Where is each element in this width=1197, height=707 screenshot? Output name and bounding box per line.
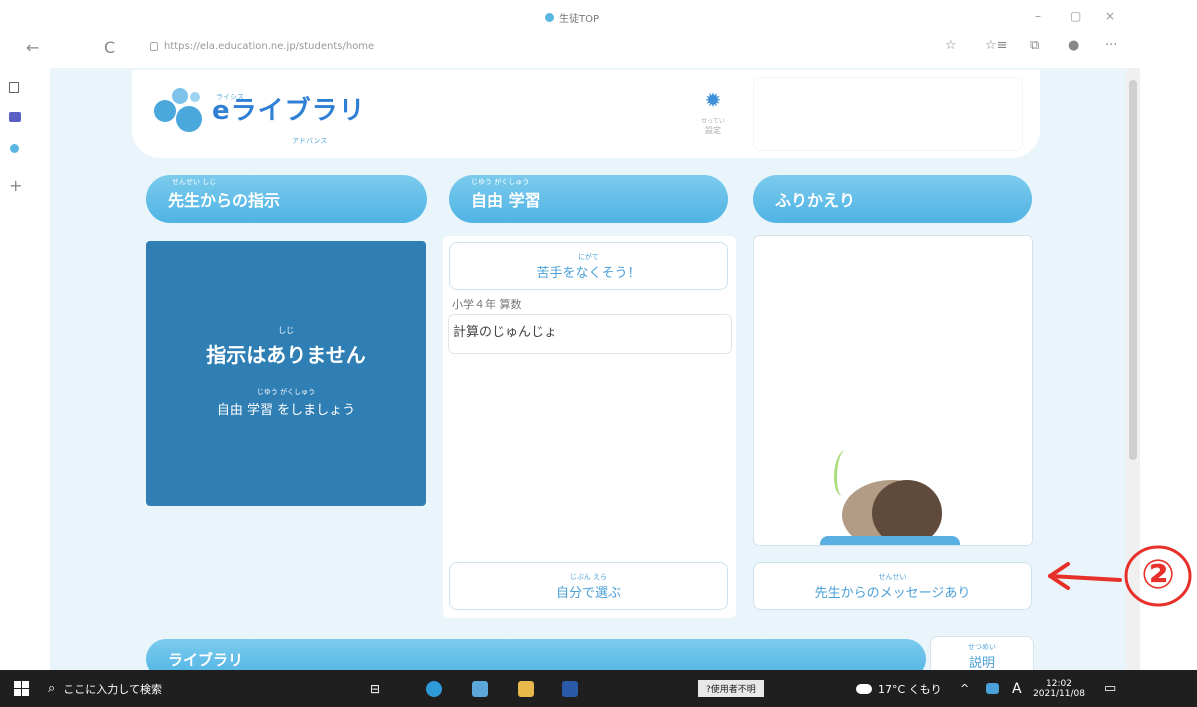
topic-label: 計算のじゅんじょ (453, 325, 558, 340)
ime-indicator[interactable]: A (1012, 670, 1022, 707)
windows-icon (14, 681, 29, 696)
plus-icon[interactable]: + (9, 176, 22, 195)
teacher-message-button[interactable]: せんせい 先生からのメッセージあり (753, 562, 1032, 610)
app-taskbar-icon[interactable] (472, 670, 488, 707)
app-header: eライブラリ ライシス アドバンス ✹ せってい 設定 (132, 70, 1040, 158)
weather-text: 17°C くもり (878, 682, 942, 696)
soil-illustration (820, 536, 960, 545)
reflection-header-text: ふりかえり (775, 191, 856, 210)
teacher-message-label: 先生からのメッセージあり (814, 585, 971, 601)
logo-small-top: ライシス (216, 93, 244, 101)
word-icon[interactable] (562, 670, 578, 707)
browser-sidebar: + (0, 68, 50, 670)
free-study-header: じゆう がくしゅう 自由 学習 (449, 175, 728, 223)
settings-ruby: せってい (701, 118, 725, 125)
logo-bubbles-icon (154, 84, 206, 132)
weak-points-button[interactable]: にがて 苦手をなくそう！ (449, 242, 728, 290)
notification-icon[interactable]: ▭ (1104, 670, 1116, 707)
teacher-message-ruby: せんせい (878, 572, 907, 581)
free-study-panel (443, 236, 736, 618)
grade-subject: 小学４年 算数 (452, 298, 522, 311)
free-study-prompt: 自由 学習 をしましょう (216, 403, 356, 418)
choose-yourself-button[interactable]: じぶん えら 自分で選ぶ (449, 562, 728, 610)
clock[interactable]: 12:02 2021/11/08 (1030, 670, 1088, 707)
settings-button[interactable]: ✹ せってい 設定 (696, 88, 730, 136)
clock-date: 2021/11/08 (1033, 688, 1085, 699)
more-menu-icon[interactable]: ··· (1105, 38, 1117, 53)
free-study-header-ruby: じゆう がくしゅう (471, 178, 530, 186)
app-favicon-icon (545, 13, 554, 22)
no-instruction-text: 指示はありません (206, 343, 366, 367)
refresh-button[interactable]: C (104, 38, 115, 57)
clock-time: 12:02 (1046, 678, 1072, 689)
instruction-header-ruby: せんせい しじ (172, 178, 217, 186)
scrollbar-thumb[interactable] (1129, 80, 1137, 460)
lock-icon (150, 42, 158, 51)
app-icon[interactable] (10, 144, 19, 153)
favorite-icon[interactable]: ☆ (945, 38, 957, 53)
reflection-panel[interactable] (753, 235, 1033, 546)
tab-title: 生徒TOP (559, 14, 600, 25)
gear-icon: ✹ (704, 88, 722, 112)
user-status-badge[interactable]: ?使用者不明 (698, 670, 764, 707)
choose-yourself-ruby: じぶん えら (569, 572, 608, 581)
header-blank-panel (754, 78, 1022, 150)
back-button[interactable]: ← (26, 38, 39, 57)
favorites-list-icon[interactable]: ☆≡ (985, 38, 1008, 53)
topic-item[interactable]: 計算のじゅんじょ (448, 314, 732, 354)
library-label: ライブラリ (168, 651, 244, 669)
minimize-button[interactable]: – (1035, 9, 1041, 23)
cloud-icon (856, 683, 872, 694)
address-bar[interactable]: https://ela.education.ne.jp/students/hom… (150, 41, 374, 52)
logo[interactable]: eライブラリ (154, 84, 366, 132)
settings-label: 設定 (705, 126, 721, 135)
choose-yourself-label: 自分で選ぶ (555, 585, 621, 601)
edge-icon[interactable] (426, 670, 442, 707)
collections-icon[interactable]: ⧉ (1030, 38, 1039, 53)
instruction-header-text: 先生からの指示 (168, 191, 281, 210)
instruction-main-ruby: しじ (278, 326, 294, 335)
reflection-header: ふりかえり (753, 175, 1032, 223)
instruction-box: しじ 指示はありません じゆう がくしゅう 自由 学習 をしましょう (146, 241, 426, 506)
profile-icon[interactable]: ● (1068, 38, 1079, 53)
sprout-icon (834, 450, 854, 496)
start-button[interactable] (14, 670, 29, 707)
annotation-number: ② (1141, 552, 1175, 598)
windows-taskbar: ⌕ ここに入力して検索 ⊟ ?使用者不明 17°C くもり ^ A 12:02 … (0, 670, 1197, 707)
instruction-sub-ruby: じゆう がくしゅう (256, 388, 316, 396)
taskbar-search[interactable]: ⌕ ここに入力して検索 (48, 670, 162, 707)
explain-ruby: せつめい (968, 642, 996, 651)
weak-points-label: 苦手をなくそう！ (536, 265, 641, 281)
free-study-header-text: 自由 学習 (471, 191, 541, 210)
weak-points-ruby: にがて (578, 252, 599, 261)
handwritten-annotation: ② (1046, 544, 1196, 610)
browser-tab[interactable]: 生徒TOP (545, 10, 599, 25)
close-button[interactable]: × (1105, 9, 1115, 23)
task-view-icon[interactable]: ⊟ (370, 670, 380, 707)
file-explorer-icon[interactable] (518, 670, 534, 707)
maximize-button[interactable]: ▢ (1070, 9, 1081, 23)
tabs-icon[interactable] (9, 82, 19, 93)
search-icon: ⌕ (48, 681, 56, 696)
browser-toolbar: 生徒TOP – ▢ × ← C https://ela.education.ne… (0, 0, 1197, 68)
tray-expand-icon[interactable]: ^ (960, 670, 969, 707)
logo-small-bottom: アドバンス (292, 137, 328, 145)
url-text: https://ela.education.ne.jp/students/hom… (164, 41, 375, 52)
teams-icon[interactable] (9, 112, 21, 122)
tray-app-icon[interactable] (986, 670, 999, 707)
instruction-header: せんせい しじ 先生からの指示 (146, 175, 427, 223)
search-placeholder: ここに入力して検索 (63, 682, 162, 696)
weather-widget[interactable]: 17°C くもり (856, 670, 942, 707)
user-status-text: ?使用者不明 (698, 680, 764, 697)
explain-label: 説明 (968, 655, 995, 671)
